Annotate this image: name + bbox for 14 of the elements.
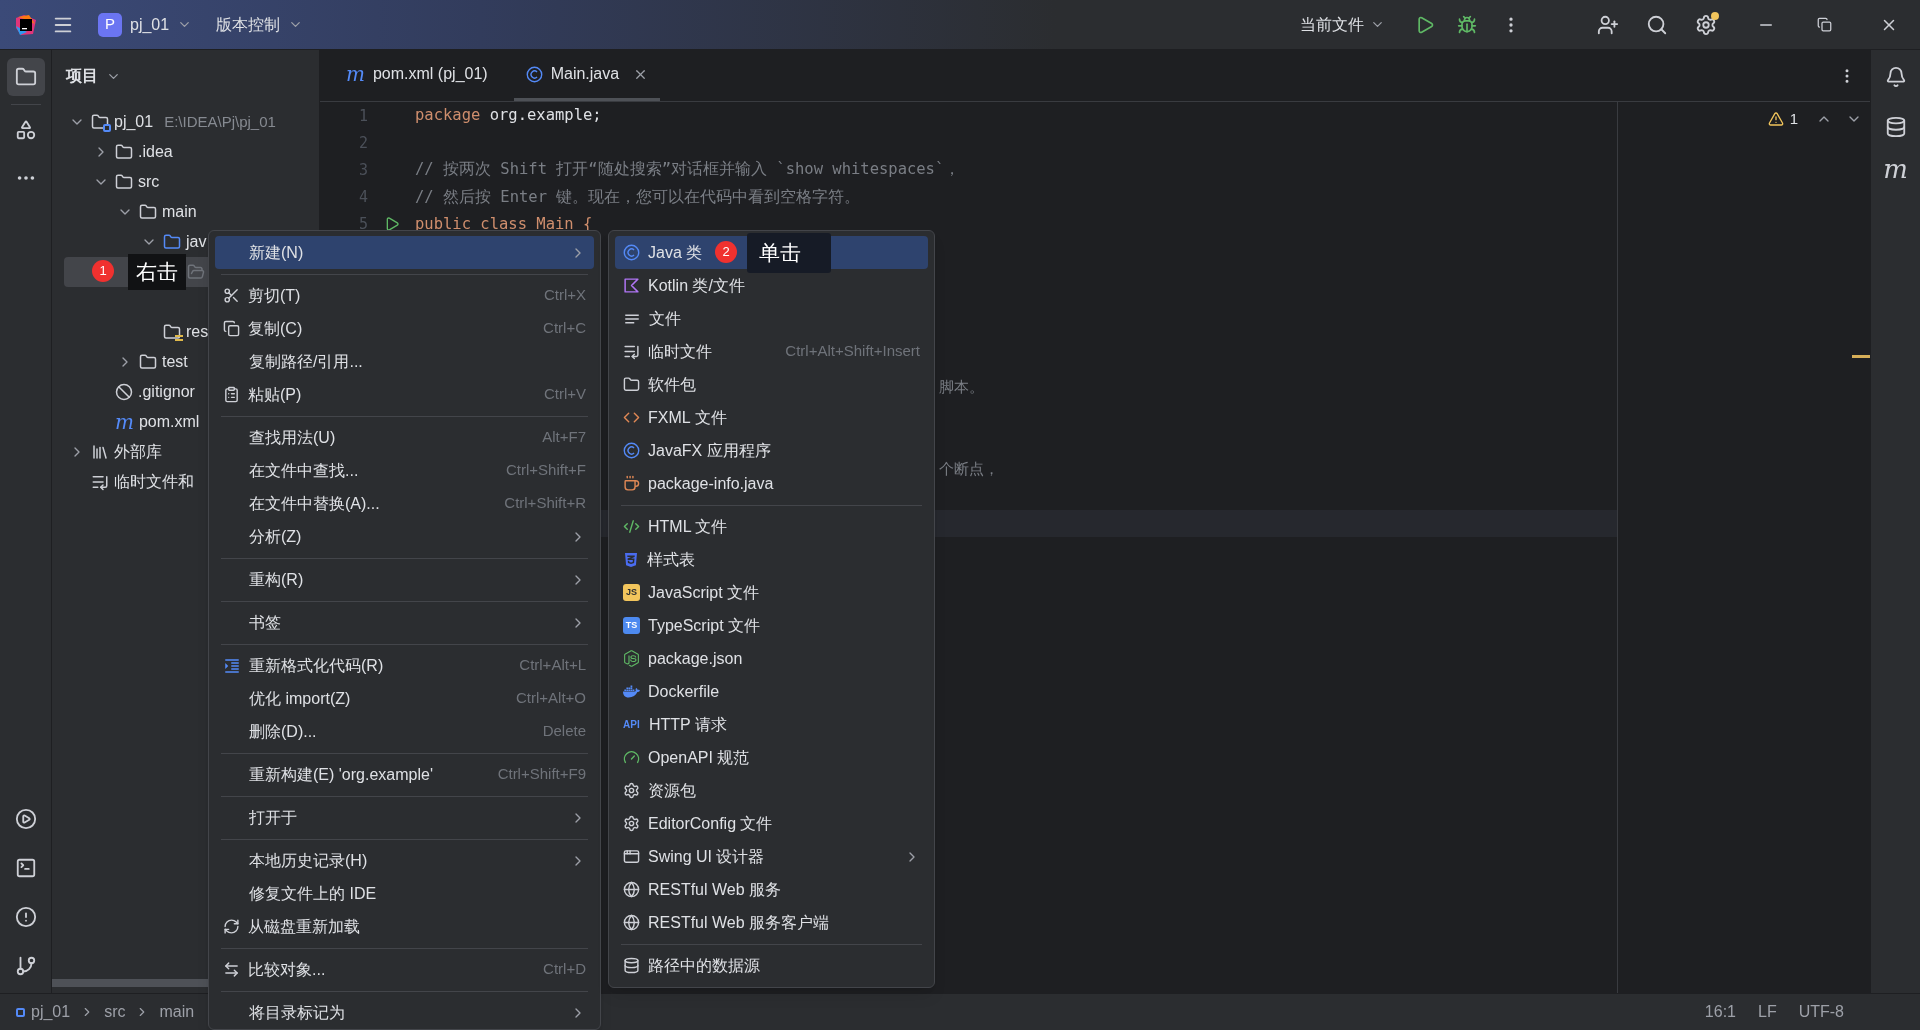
code-line: // 然后按 Enter 键。现在，您可以在代码中看到空格字符。 (415, 186, 861, 208)
code-line: 脚本。 (939, 377, 984, 398)
project-badge: P (98, 12, 122, 37)
maven-icon: m (115, 412, 134, 432)
annotation-tooltip: 单击 (747, 233, 831, 273)
maven-icon: m (346, 64, 365, 84)
code-line: // 按两次 Shift 打开“随处搜索”对话框并输入 `show whitespaces`， (415, 159, 961, 181)
ts-icon: TS (623, 617, 640, 634)
code-line: package org.example; (415, 104, 602, 126)
api-icon: API (623, 719, 641, 730)
maven-icon: m (1883, 156, 1908, 182)
annotation-tooltip: 右击 (128, 254, 186, 290)
code-line: 个断点， (939, 458, 999, 479)
js-icon: JS (623, 584, 640, 601)
